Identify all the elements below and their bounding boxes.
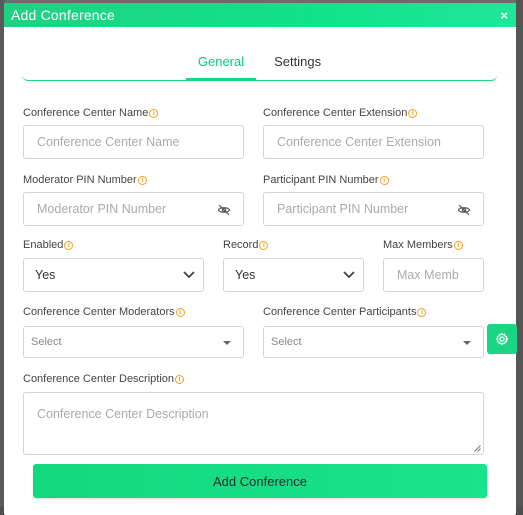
center-name-input[interactable]: Conference Center Name	[23, 125, 244, 159]
center-extension-input[interactable]: Conference Center Extension	[263, 125, 484, 159]
description-label: Conference Center Description i	[23, 373, 185, 385]
record-select[interactable]: Yes	[223, 258, 364, 292]
add-conference-modal: Add Conference × General Settings Confer…	[4, 3, 516, 515]
info-icon: i	[137, 175, 147, 185]
tab-settings[interactable]: Settings	[259, 49, 336, 80]
resize-grip-icon[interactable]	[474, 445, 481, 452]
record-value: Yes	[235, 268, 256, 282]
caret-down-icon	[463, 341, 471, 345]
info-icon: i	[453, 240, 463, 250]
info-icon: i	[379, 175, 389, 185]
center-extension-placeholder: Conference Center Extension	[277, 135, 441, 149]
description-label-text: Conference Center Description	[23, 373, 175, 385]
enabled-value: Yes	[35, 268, 56, 282]
description-textarea[interactable]: Conference Center Description	[23, 392, 484, 455]
max-members-input[interactable]: Max Memb	[383, 258, 484, 292]
info-icon: i	[259, 240, 269, 250]
center-name-label-text: Conference Center Name	[23, 107, 149, 119]
info-icon: i	[64, 240, 74, 250]
participant-pin-label-text: Participant PIN Number	[263, 174, 379, 186]
enabled-select[interactable]: Yes	[23, 258, 204, 292]
participants-select[interactable]: Select	[263, 326, 484, 358]
center-name-label: Conference Center Name i	[23, 107, 159, 119]
max-members-label-text: Max Members	[383, 239, 453, 251]
center-name-placeholder: Conference Center Name	[37, 135, 180, 149]
enabled-label-text: Enabled	[23, 239, 64, 251]
record-label: Record i	[223, 239, 269, 251]
eye-slash-icon[interactable]	[457, 203, 471, 217]
max-members-label: Max Members i	[383, 239, 463, 251]
description-placeholder: Conference Center Description	[37, 407, 209, 421]
info-icon: i	[408, 108, 418, 118]
settings-gear-button[interactable]	[487, 324, 517, 354]
modal-title: Add Conference	[11, 7, 115, 23]
info-icon: i	[175, 307, 185, 317]
record-label-text: Record	[223, 239, 259, 251]
moderators-label: Conference Center Moderators i	[23, 306, 185, 318]
center-extension-label-text: Conference Center Extension	[263, 107, 408, 119]
moderators-label-text: Conference Center Moderators	[23, 306, 175, 318]
participants-placeholder: Select	[271, 336, 302, 348]
participant-pin-placeholder: Participant PIN Number	[277, 202, 409, 216]
modal-header: Add Conference ×	[4, 3, 516, 27]
center-extension-label: Conference Center Extension i	[263, 107, 418, 119]
moderator-pin-placeholder: Moderator PIN Number	[37, 202, 167, 216]
participants-label: Conference Center Participants i	[263, 306, 427, 318]
tab-general[interactable]: General	[183, 49, 259, 81]
tab-bar: General Settings	[22, 49, 497, 81]
moderator-pin-label-text: Moderator PIN Number	[23, 174, 137, 186]
participant-pin-input[interactable]: Participant PIN Number	[263, 192, 484, 226]
add-conference-button[interactable]: Add Conference	[33, 464, 487, 498]
info-icon: i	[149, 108, 159, 118]
max-members-placeholder: Max Memb	[397, 268, 459, 282]
moderator-pin-input[interactable]: Moderator PIN Number	[23, 192, 244, 226]
moderator-pin-label: Moderator PIN Number i	[23, 174, 147, 186]
page-backdrop-right	[516, 0, 523, 515]
moderators-placeholder: Select	[31, 336, 62, 348]
info-icon: i	[175, 374, 185, 384]
caret-down-icon	[223, 341, 231, 345]
eye-slash-icon[interactable]	[217, 203, 231, 217]
close-icon[interactable]: ×	[500, 9, 508, 22]
gear-icon	[495, 332, 509, 346]
enabled-label: Enabled i	[23, 239, 74, 251]
participant-pin-label: Participant PIN Number i	[263, 174, 389, 186]
moderators-select[interactable]: Select	[23, 326, 244, 358]
chevron-down-icon	[343, 271, 355, 279]
chevron-down-icon	[183, 271, 195, 279]
participants-label-text: Conference Center Participants	[263, 306, 417, 318]
info-icon: i	[417, 307, 427, 317]
